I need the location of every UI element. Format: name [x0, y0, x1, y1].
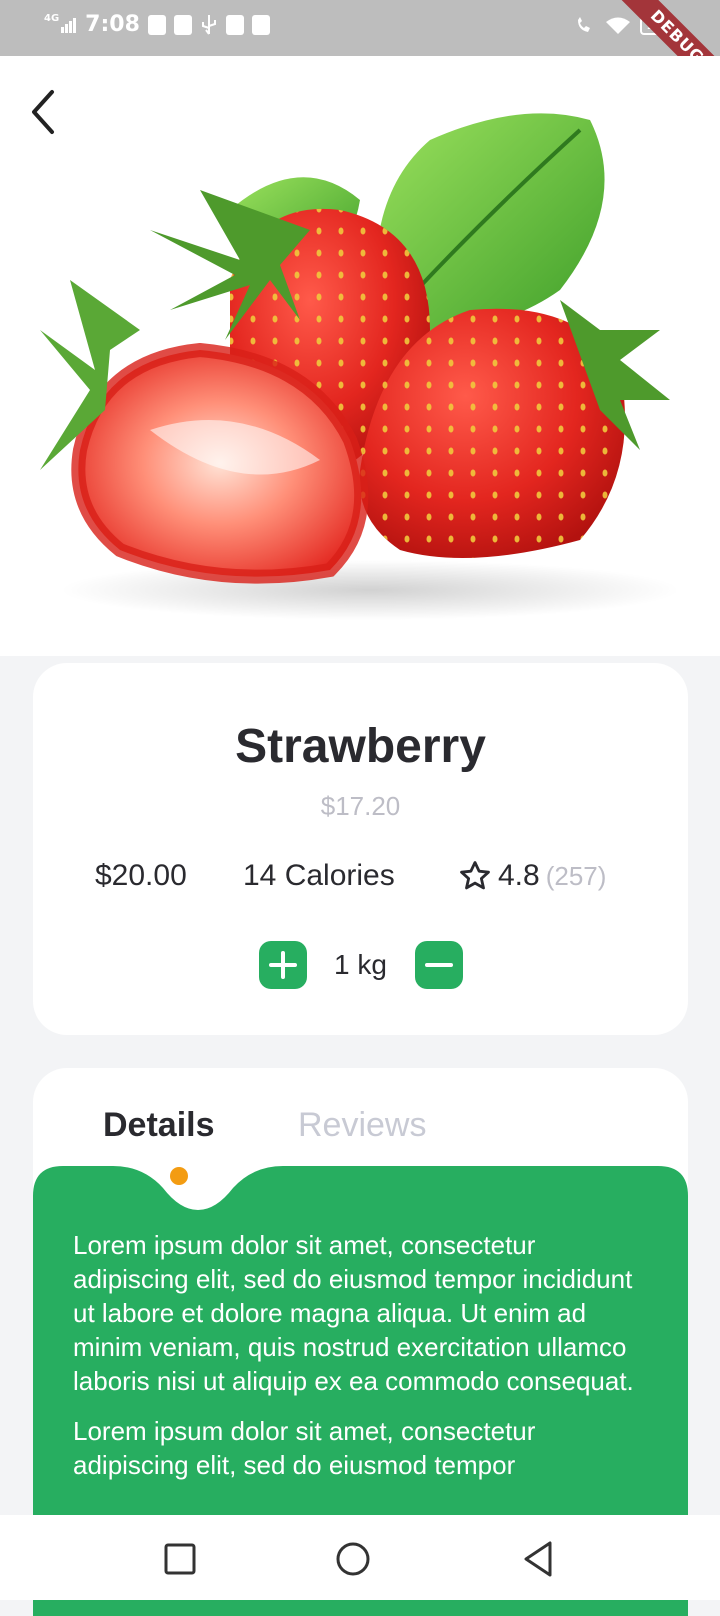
nav-back-icon[interactable]	[518, 1539, 558, 1579]
details-paragraph: Lorem ipsum dolor sit amet, consectetur …	[73, 1416, 536, 1480]
current-price: $20.00	[95, 859, 187, 892]
tab-reviews[interactable]: Reviews	[298, 1106, 426, 1145]
system-navigation-bar	[0, 1515, 720, 1600]
minus-icon	[424, 963, 453, 967]
calories: 14 Calories	[243, 859, 395, 892]
product-title: Strawberry	[235, 720, 486, 773]
quantity-stepper: 1 kg	[33, 941, 688, 989]
clock: 7:08	[85, 12, 140, 37]
product-info-card: Strawberry $17.20 $20.00 14 Calories 4.8…	[33, 663, 688, 1035]
back-arrow-icon[interactable]	[22, 86, 66, 138]
details-paragraph: Lorem ipsum dolor sit amet, consectetur …	[73, 1230, 634, 1396]
strawberry-illustration	[40, 113, 680, 620]
rating: 4.8 (257)	[458, 859, 606, 893]
usb-icon	[201, 14, 216, 35]
quantity-value: 1 kg	[334, 949, 387, 980]
decrease-quantity-button[interactable]	[414, 941, 463, 989]
plus-icon	[268, 951, 297, 979]
rating-value: 4.8	[498, 859, 540, 892]
product-image	[0, 56, 720, 656]
active-tab-indicator	[170, 1167, 188, 1185]
sim-icon	[173, 14, 192, 35]
nav-recents-icon[interactable]	[160, 1539, 200, 1579]
shield-check-icon	[147, 14, 166, 35]
wifi-call-icon	[578, 17, 590, 32]
status-bar: 4G 7:08 100 DEBUG	[0, 0, 720, 107]
old-price: $17.20	[320, 791, 401, 821]
voicemail-icon	[251, 14, 270, 35]
rating-count: (257)	[545, 860, 607, 891]
star-icon	[460, 861, 490, 890]
increase-quantity-button[interactable]	[258, 941, 307, 989]
mail-icon	[225, 14, 244, 35]
network-indicator: 4G	[44, 12, 60, 24]
product-stats: $20.00 14 Calories 4.8 (257)	[95, 859, 655, 893]
nav-home-icon[interactable]	[333, 1539, 373, 1579]
wifi-icon	[606, 17, 630, 34]
details-description: Lorem ipsum dolor sit amet, consectetur …	[73, 1228, 648, 1498]
signal-icon	[61, 17, 77, 33]
tab-details[interactable]: Details	[103, 1106, 215, 1145]
status-left: 4G 7:08	[44, 12, 270, 37]
